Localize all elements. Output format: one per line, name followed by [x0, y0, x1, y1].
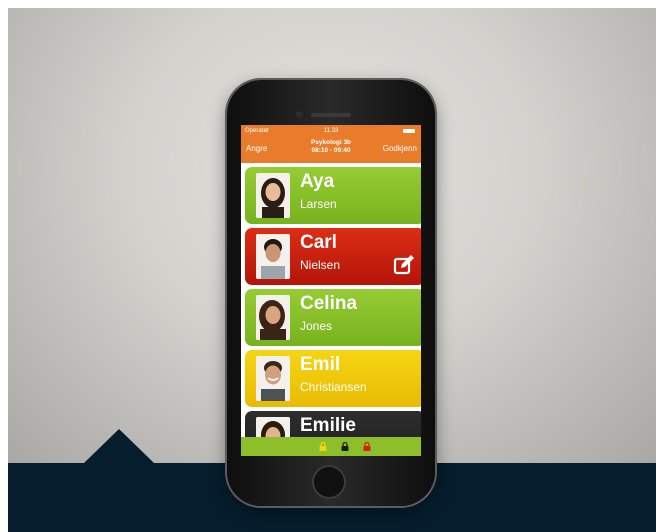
marketing-frame: Operatør 11.33 Angre Psykologi 3b 08:10 …	[8, 8, 656, 532]
approve-button[interactable]: Godkjenn	[383, 144, 417, 153]
app-header: Operatør 11.33 Angre Psykologi 3b 08:10 …	[241, 125, 421, 163]
lock-icon-black[interactable]	[341, 442, 349, 451]
student-first-name: Aya	[300, 171, 335, 192]
student-last-name: Christiansen	[300, 380, 367, 394]
avatar	[256, 295, 290, 340]
phone-device: Operatør 11.33 Angre Psykologi 3b 08:10 …	[227, 80, 435, 506]
student-last-name: Nielsen	[300, 258, 341, 272]
student-card[interactable]: Emil Christiansen	[245, 350, 421, 407]
avatar	[256, 356, 290, 401]
status-time: 11.33	[323, 128, 339, 134]
avatar	[256, 173, 290, 218]
status-bar: Operatør 11.33	[241, 128, 421, 137]
lock-icon-yellow[interactable]	[319, 442, 327, 451]
lock-icon-red[interactable]	[363, 442, 371, 451]
student-first-name: Celina	[300, 293, 358, 314]
student-card[interactable]: Celina Jones	[245, 289, 421, 346]
student-last-name: Jones	[300, 319, 333, 333]
camera-icon	[296, 111, 303, 118]
student-first-name: Carl	[300, 232, 337, 253]
student-first-name: Emilie	[300, 415, 356, 436]
status-summary-bar	[241, 437, 421, 456]
footer-notch	[84, 429, 154, 463]
student-card[interactable]: Carl Nielsen	[245, 228, 421, 285]
student-last-name: Larsen	[300, 197, 337, 211]
home-button[interactable]	[312, 465, 346, 499]
avatar	[256, 234, 290, 279]
battery-icon	[403, 129, 415, 133]
earpiece	[311, 113, 351, 117]
phone-screen: Operatør 11.33 Angre Psykologi 3b 08:10 …	[241, 125, 421, 456]
student-first-name: Emil	[300, 354, 341, 375]
edit-icon[interactable]	[393, 254, 415, 276]
student-card[interactable]: Aya Larsen	[245, 167, 421, 224]
